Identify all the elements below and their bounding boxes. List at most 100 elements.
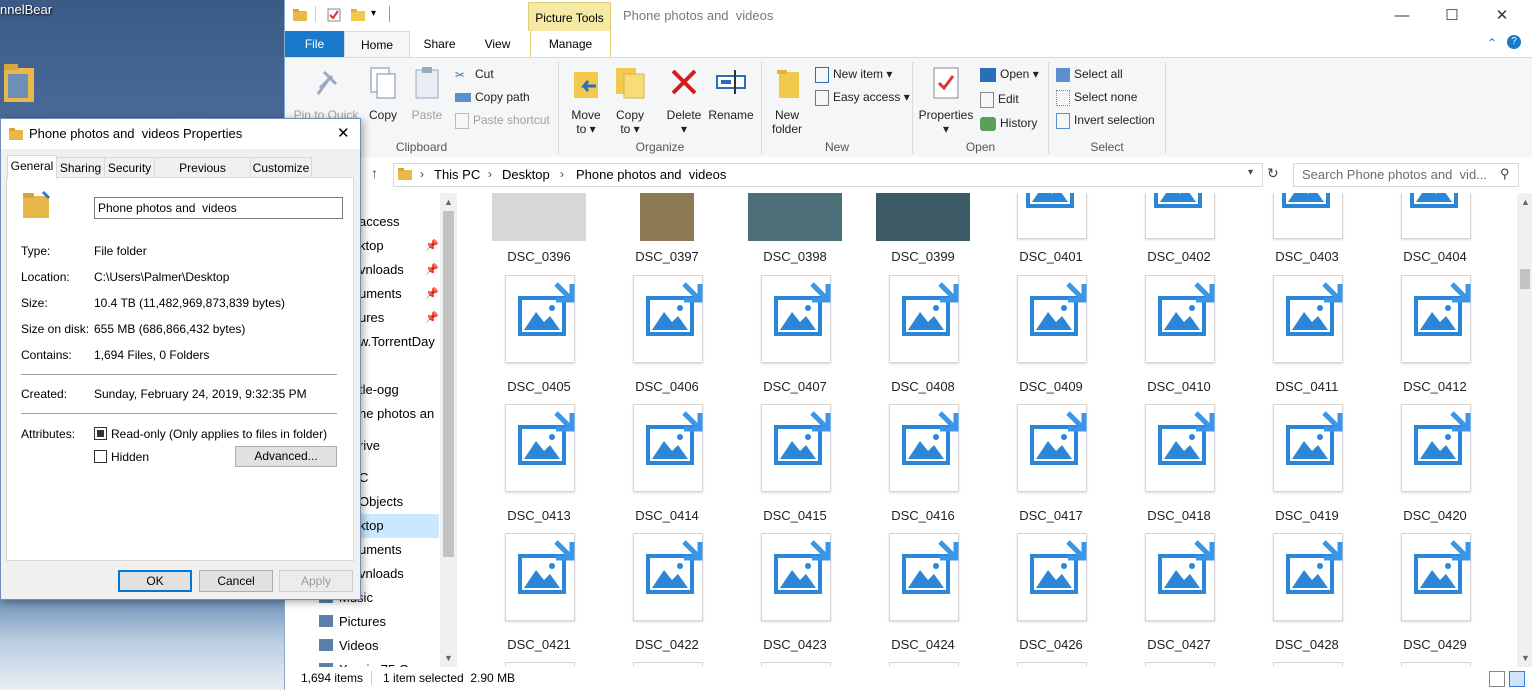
file-item[interactable]: DSC_0409 bbox=[989, 275, 1113, 401]
file-item[interactable]: DSC_0427 bbox=[1117, 533, 1241, 659]
cancel-button[interactable]: Cancel bbox=[199, 570, 273, 592]
large-icons-view-icon[interactable] bbox=[1509, 671, 1525, 687]
search-input[interactable]: Search Phone photos and vid... ⚲ bbox=[1293, 163, 1519, 187]
file-item[interactable]: DSC_0419 bbox=[1245, 404, 1369, 530]
move-to-button[interactable]: Move to ▾ bbox=[565, 66, 607, 136]
maximize-button[interactable]: ☐ bbox=[1429, 0, 1475, 31]
close-button[interactable]: ✕ bbox=[1479, 0, 1525, 31]
up-arrow-icon[interactable]: ↑ bbox=[371, 165, 378, 181]
nav-item[interactable]: Videos bbox=[285, 634, 439, 658]
collapse-ribbon-icon[interactable]: ⌃ bbox=[1487, 36, 1497, 50]
properties-quick-icon[interactable] bbox=[327, 8, 341, 22]
nav-scrollbar[interactable]: ▲ ▼ bbox=[440, 193, 457, 667]
file-item[interactable]: DSC_0410 bbox=[1117, 275, 1241, 401]
file-item[interactable]: DSC_0415 bbox=[733, 404, 857, 530]
ok-button[interactable]: OK bbox=[118, 570, 192, 592]
pin-icon[interactable]: 📌 bbox=[425, 234, 439, 258]
tab-file[interactable]: File bbox=[285, 31, 344, 57]
help-icon[interactable]: ? bbox=[1507, 35, 1521, 49]
address-bar[interactable]: › This PC › Desktop › Phone photos and v… bbox=[393, 163, 1263, 187]
edit-button[interactable]: Edit bbox=[980, 92, 1019, 108]
open-button[interactable]: Open ▾ bbox=[980, 67, 1039, 82]
paste-shortcut-button[interactable]: Paste shortcut bbox=[455, 113, 550, 129]
content-scrollbar[interactable]: ▲ ▼ bbox=[1517, 193, 1532, 667]
file-item[interactable]: DSC_0405 bbox=[477, 275, 601, 401]
file-item[interactable]: DSC_0417 bbox=[989, 404, 1113, 530]
file-item[interactable]: DSC_0429 bbox=[1373, 533, 1497, 659]
file-item[interactable]: DSC_0422 bbox=[605, 533, 729, 659]
pin-icon[interactable]: 📌 bbox=[425, 282, 439, 306]
delete-button[interactable]: Delete ▾ bbox=[663, 66, 705, 136]
refresh-icon[interactable]: ↻ bbox=[1267, 165, 1279, 182]
search-icon[interactable]: ⚲ bbox=[1500, 166, 1510, 182]
paste-button[interactable]: Paste bbox=[407, 66, 447, 122]
file-item[interactable]: DSC_0414 bbox=[605, 404, 729, 530]
breadcrumb-chevron-icon[interactable]: › bbox=[488, 167, 492, 181]
properties-button[interactable]: Properties ▾ bbox=[917, 66, 975, 136]
select-all-button[interactable]: Select all bbox=[1056, 67, 1123, 82]
edit-pencil-icon bbox=[980, 92, 994, 108]
minimize-button[interactable]: — bbox=[1379, 0, 1425, 31]
apply-button[interactable]: Apply bbox=[279, 570, 353, 592]
rename-button[interactable]: Rename bbox=[707, 66, 755, 122]
content-scroll-thumb[interactable] bbox=[1520, 269, 1530, 289]
nav-item[interactable]: Xperia Z5 C bbox=[285, 658, 439, 667]
hidden-checkbox[interactable]: Hidden bbox=[94, 450, 149, 464]
file-item[interactable]: DSC_0420 bbox=[1373, 404, 1497, 530]
advanced-button[interactable]: Advanced... bbox=[235, 446, 337, 467]
readonly-checkbox[interactable]: Read-only (Only applies to files in fold… bbox=[94, 427, 327, 441]
folder-name-field[interactable]: Phone photos and videos bbox=[94, 197, 343, 219]
copy-button[interactable]: Copy bbox=[363, 66, 403, 122]
tab-security[interactable]: Security bbox=[104, 157, 155, 179]
tab-home[interactable]: Home bbox=[344, 31, 410, 59]
details-view-icon[interactable] bbox=[1489, 671, 1505, 687]
file-item[interactable]: DSC_0428 bbox=[1245, 533, 1369, 659]
file-item[interactable]: DSC_0411 bbox=[1245, 275, 1369, 401]
image-file-icon bbox=[1401, 404, 1471, 492]
file-item[interactable]: DSC_0416 bbox=[861, 404, 985, 530]
breadcrumb-chevron-icon[interactable]: › bbox=[420, 167, 424, 181]
file-item[interactable]: DSC_0407 bbox=[733, 275, 857, 401]
file-item[interactable]: DSC_0424 bbox=[861, 533, 985, 659]
pin-icon[interactable]: 📌 bbox=[425, 258, 439, 282]
pin-to-quick-access-button[interactable]: Pin to Quick bbox=[291, 66, 361, 122]
file-item[interactable]: DSC_0413 bbox=[477, 404, 601, 530]
copy-path-button[interactable]: Copy path bbox=[455, 90, 530, 104]
paste-icon bbox=[411, 66, 443, 99]
copy-to-button[interactable]: Copy to ▾ bbox=[609, 66, 651, 136]
tab-manage[interactable]: Manage bbox=[530, 31, 611, 58]
select-none-button[interactable]: Select none bbox=[1056, 90, 1137, 106]
easy-access-button[interactable]: Easy access ▾ bbox=[815, 90, 910, 106]
nav-scroll-thumb[interactable] bbox=[443, 211, 454, 557]
new-item-button[interactable]: New item ▾ bbox=[815, 67, 892, 83]
file-item[interactable]: DSC_0408 bbox=[861, 275, 985, 401]
tab-view[interactable]: View bbox=[471, 31, 524, 57]
breadcrumb-this-pc[interactable]: This PC bbox=[434, 167, 480, 182]
pin-icon[interactable]: 📌 bbox=[425, 306, 439, 330]
tab-sharing[interactable]: Sharing bbox=[56, 157, 105, 179]
file-item[interactable]: DSC_0423 bbox=[733, 533, 857, 659]
breadcrumb-chevron-icon[interactable]: › bbox=[560, 167, 564, 181]
tab-customize[interactable]: Customize bbox=[250, 157, 312, 179]
new-folder-button[interactable]: New folder bbox=[765, 66, 809, 136]
breadcrumb-desktop[interactable]: Desktop bbox=[502, 167, 550, 182]
tab-general[interactable]: General bbox=[7, 155, 57, 179]
breadcrumb-current-folder[interactable]: Phone photos and videos bbox=[576, 167, 726, 182]
cut-button[interactable]: ✂ Cut bbox=[455, 67, 494, 82]
history-button[interactable]: History bbox=[980, 116, 1037, 131]
file-item[interactable]: DSC_0426 bbox=[989, 533, 1113, 659]
customize-toolbar-icon[interactable]: ▾ bbox=[371, 8, 376, 19]
tab-share[interactable]: Share bbox=[413, 31, 466, 57]
group-label-open: Open bbox=[965, 140, 996, 154]
address-dropdown-icon[interactable]: ▾ bbox=[1248, 167, 1253, 178]
new-folder-quick-icon[interactable] bbox=[351, 8, 365, 22]
dialog-close-icon[interactable]: ✕ bbox=[337, 124, 350, 142]
file-item[interactable]: DSC_0406 bbox=[605, 275, 729, 401]
invert-selection-button[interactable]: Invert selection bbox=[1056, 113, 1155, 129]
desktop-folder-icon[interactable] bbox=[2, 60, 36, 104]
tab-previous-versions[interactable]: Previous Versions bbox=[154, 157, 251, 196]
nav-item[interactable]: Pictures bbox=[285, 610, 439, 634]
file-item[interactable]: DSC_0418 bbox=[1117, 404, 1241, 530]
file-item[interactable]: DSC_0412 bbox=[1373, 275, 1497, 401]
file-item[interactable]: DSC_0421 bbox=[477, 533, 601, 659]
